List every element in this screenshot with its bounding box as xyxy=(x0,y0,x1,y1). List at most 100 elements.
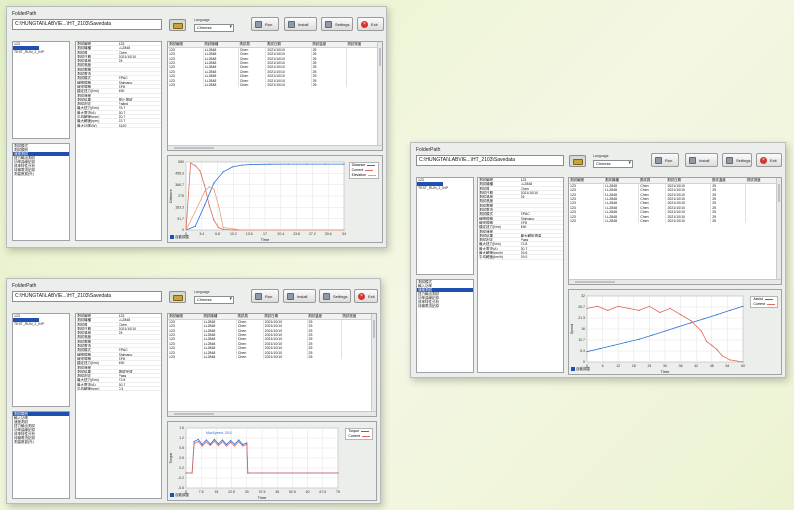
install-button[interactable]: Install xyxy=(685,153,718,167)
data-table[interactable]: 測試編號 測試機種 測試員 測試日期 測試溫度 測試濕度 123 LL2848 Chen 2021… xyxy=(167,41,383,151)
info-key: 測試電流 xyxy=(479,208,493,212)
data-point xyxy=(203,184,206,187)
data-table[interactable]: 測試編號 測試機種 測試員 測試日期 測試溫度 測試濕度 123 LL2848 Chen 2021… xyxy=(167,313,377,417)
info-value: Chen xyxy=(118,322,127,326)
info-value: LL2848 xyxy=(520,182,533,186)
autoscale-checkbox[interactable] xyxy=(170,235,174,240)
data-point xyxy=(703,318,705,320)
info-value: Shimano xyxy=(520,216,535,220)
category-item[interactable]: 測量數據(外) xyxy=(13,172,69,176)
table-scrollbar-vertical[interactable] xyxy=(371,314,376,416)
close-icon: × xyxy=(358,293,365,300)
x-tick-label: 30.6 xyxy=(325,232,332,236)
install-button[interactable]: Install xyxy=(283,289,316,303)
info-value xyxy=(119,335,162,338)
table-scrollbar-horizontal[interactable] xyxy=(569,279,781,284)
autoscale-toggle[interactable]: 自動調整 xyxy=(571,367,590,372)
legend-item[interactable]: Current xyxy=(346,434,372,439)
table-cell: 2021/10/10 xyxy=(263,354,308,360)
autoscale-toggle[interactable]: 自動調整 xyxy=(170,235,189,240)
exit-button[interactable]: × Exit xyxy=(357,17,384,31)
chart-legend[interactable]: Torque Current xyxy=(345,428,373,440)
folder-path-input[interactable]: C:\HUNGTAI\LABVIE...\HT_2103\Savedata xyxy=(12,19,162,30)
file-list-item[interactable]: TEST_RUN_2_INP xyxy=(13,322,69,326)
data-point xyxy=(241,164,243,166)
data-point xyxy=(247,472,249,474)
file-list-item[interactable]: TEST_RUN_2_INP xyxy=(13,50,69,54)
table-scrollbar-horizontal[interactable] xyxy=(168,411,376,416)
folder-path-input[interactable]: C:\HUNGTAI\LABVIE...\HT_2103\Savedata xyxy=(416,155,564,166)
data-point xyxy=(586,351,588,353)
table-scrollbar-vertical[interactable] xyxy=(776,178,781,284)
x-tick-label: 23.8 xyxy=(293,232,300,236)
file-list[interactable]: 123 TEST_RUN_2_INP xyxy=(12,313,70,407)
browse-folder-button[interactable] xyxy=(569,155,586,167)
info-row: 平均轉速(rpm) 0.3 xyxy=(76,387,161,392)
data-table[interactable]: 測試編號 測試機種 測試員 測試日期 測試溫度 測試濕度 123 LL2848 Chen 2021… xyxy=(568,177,782,285)
info-key: 測試模式 xyxy=(77,76,91,80)
legend-swatch xyxy=(368,174,376,176)
exit-button[interactable]: × Exit xyxy=(756,153,782,167)
info-key: 最大扭力(Nm) xyxy=(479,242,501,246)
install-button[interactable]: Install xyxy=(284,17,317,31)
browse-folder-button[interactable] xyxy=(169,291,186,303)
run-button[interactable]: Run xyxy=(251,289,279,303)
legend-item[interactable]: Elevation xyxy=(350,173,378,178)
legend-item[interactable]: Current xyxy=(751,302,777,307)
folder-path-input[interactable]: C:\HUNGTAI\LABVIE...\HT_2103\Savedata xyxy=(12,291,162,302)
data-point xyxy=(225,443,228,446)
file-list[interactable]: 123 TEST_RUN_2_INP xyxy=(416,177,474,275)
table-row[interactable]: 123 LL2848 Chen 2021/10/10 25 xyxy=(168,354,376,360)
settings-button[interactable]: Settings xyxy=(321,17,353,31)
category-item[interactable]: 測量數據(外) xyxy=(13,440,69,444)
category-item[interactable]: 待機電流記錄 xyxy=(417,304,473,308)
info-value: 20.7 xyxy=(118,115,126,119)
category-list[interactable]: 測試模式 輸入功率 速度測試 扭力輸出測試 功率曲線記錄 效率特性分析 待機電流記錄 xyxy=(416,279,474,373)
data-point xyxy=(213,440,215,442)
autoscale-checkbox[interactable] xyxy=(571,367,575,372)
legend-label: Elevation xyxy=(351,173,366,177)
data-point xyxy=(721,355,723,357)
language-select[interactable]: Chinese xyxy=(194,24,234,32)
table-row[interactable]: 123 LL2848 Chen 2021/10/10 25 xyxy=(168,82,382,88)
settings-button[interactable]: Settings xyxy=(722,153,752,167)
legend-swatch xyxy=(362,435,370,437)
data-point xyxy=(729,359,731,361)
language-select[interactable]: Chinese xyxy=(194,296,234,304)
category-list[interactable]: 測試模式 測試類別 速度測試 扭力輸出測試 功率曲線記錄 效率特性分析 待機電流記錄 測量數據… xyxy=(12,143,70,241)
data-point xyxy=(194,165,196,167)
file-list-item[interactable]: TEST_RUN_2_INP xyxy=(417,186,473,190)
legend-swatch xyxy=(367,164,376,166)
info-value: 測試完成 xyxy=(118,369,133,374)
exit-button[interactable]: × Exit xyxy=(354,289,378,303)
x-tick-label: 54 xyxy=(725,364,729,368)
chart-legend[interactable]: Distance Current Elevation xyxy=(348,162,379,179)
table-row[interactable]: 123 LL2848 Chen 2021/10/10 25 xyxy=(569,218,781,224)
file-list[interactable]: 123 TEST_RUN_2_INP xyxy=(12,41,70,139)
y-tick-label: 0.2 xyxy=(179,466,184,470)
run-icon xyxy=(255,21,262,28)
data-point xyxy=(229,441,232,443)
run-button[interactable]: Run xyxy=(251,17,279,31)
run-button[interactable]: Run xyxy=(651,153,679,167)
x-axis-label: Time xyxy=(261,237,271,242)
language-select[interactable]: Chinese xyxy=(593,160,633,168)
chart-legend[interactable]: Assist Current xyxy=(750,296,778,308)
table-cell: 25 xyxy=(710,218,747,224)
y-tick-label: 10.7 xyxy=(578,338,585,342)
autoscale-toggle[interactable]: 自動調整 xyxy=(170,493,189,498)
info-key: 測試電流 xyxy=(77,344,91,348)
table-scrollbar-vertical[interactable] xyxy=(377,42,382,150)
info-value xyxy=(119,344,162,347)
data-point xyxy=(208,204,210,206)
data-point xyxy=(700,330,702,332)
y-axis-label: Speed xyxy=(570,324,574,334)
data-point xyxy=(225,445,228,447)
autoscale-checkbox[interactable] xyxy=(170,493,174,498)
table-scrollbar-horizontal[interactable] xyxy=(168,145,382,150)
browse-folder-button[interactable] xyxy=(169,19,186,31)
category-list[interactable]: 測試類別 輸入功率 速度測試 扭力輸出測試 功率曲線記錄 效率特性分析 待機電流記錄 測量數據… xyxy=(12,411,70,499)
y-tick-label: 550 xyxy=(178,160,184,164)
settings-button[interactable]: Settings xyxy=(319,289,351,303)
data-point xyxy=(203,191,206,193)
